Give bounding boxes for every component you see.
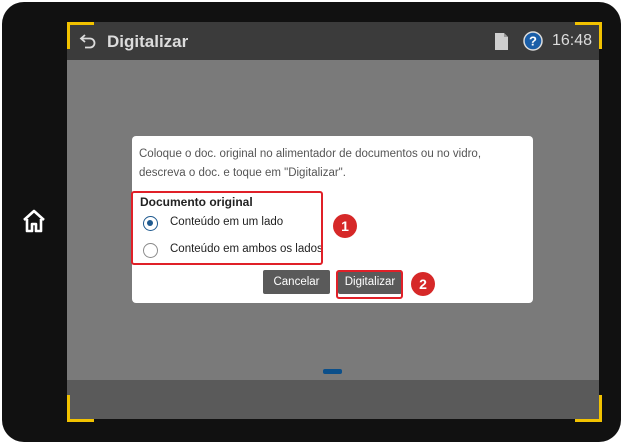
- top-bar: Digitalizar ? 16:48: [67, 22, 599, 60]
- corner-marker: [67, 22, 94, 49]
- corner-marker: [575, 395, 602, 422]
- corner-marker: [67, 395, 94, 422]
- highlight-options-box: [131, 191, 323, 265]
- page-indicator: [323, 369, 342, 374]
- step-badge-2: 2: [411, 272, 435, 296]
- svg-text:?: ?: [529, 34, 537, 49]
- dialog-instructions: Coloque o doc. original no alimentador d…: [139, 148, 482, 179]
- highlight-scan-box: [336, 270, 403, 299]
- corner-marker: [575, 22, 602, 49]
- home-icon[interactable]: [20, 207, 48, 235]
- help-icon[interactable]: ?: [523, 31, 543, 51]
- page-title: Digitalizar: [107, 32, 189, 51]
- step-badge-1: 1: [333, 214, 357, 238]
- document-icon: [494, 32, 509, 51]
- bottom-bar: [67, 380, 599, 419]
- cancel-button[interactable]: Cancelar: [263, 270, 330, 294]
